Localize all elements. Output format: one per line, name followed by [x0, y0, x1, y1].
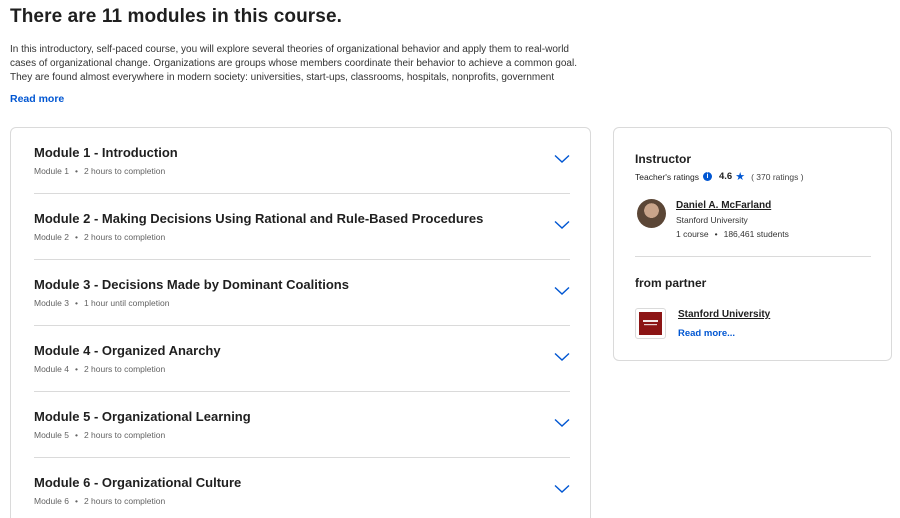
module-meta: Module 5 • 2 hours to completion — [34, 430, 166, 440]
modules-list: Module 1 - Introduction Module 1 • 2 hours… — [10, 127, 591, 518]
read-more-link[interactable]: Read more — [10, 93, 64, 105]
module-item-1[interactable]: Module 1 - Introduction Module 1 • 2 hours… — [34, 128, 570, 194]
module-title: Module 5 - Organizational Learning — [34, 409, 251, 424]
rating-value: 4.6 — [719, 171, 733, 182]
avatar[interactable] — [637, 199, 666, 228]
module-title: Module 1 - Introduction — [34, 145, 178, 160]
module-item-6[interactable]: Module 6 - Organizational Culture Module… — [34, 458, 570, 518]
module-title: Module 3 - Decisions Made by Dominant Co… — [34, 277, 349, 292]
module-meta: Module 4 • 2 hours to completion — [34, 364, 166, 374]
page-title: There are 11 modules in this course. — [10, 6, 342, 27]
chevron-down-icon[interactable] — [554, 286, 570, 296]
instructor-stats: 1 course • 186,461 students — [676, 229, 789, 239]
instructor-card: Instructor Teacher's ratings i 4.6 ★ ( 3… — [613, 127, 892, 361]
instructor-name-link[interactable]: Daniel A. McFarland — [676, 200, 771, 211]
divider — [635, 256, 871, 257]
chevron-down-icon[interactable] — [554, 484, 570, 494]
module-meta: Module 6 • 2 hours to completion — [34, 496, 166, 506]
partner-name-link[interactable]: Stanford University — [678, 309, 770, 320]
star-icon: ★ — [735, 171, 746, 183]
module-title: Module 4 - Organized Anarchy — [34, 343, 221, 358]
stanford-logo-icon — [639, 312, 662, 335]
instructor-org: Stanford University — [676, 215, 748, 225]
partner-read-more-link[interactable]: Read more... — [678, 328, 735, 339]
partner-logo[interactable] — [635, 308, 666, 339]
module-title: Module 6 - Organizational Culture — [34, 475, 242, 490]
module-meta: Module 1 • 2 hours to completion — [34, 166, 166, 176]
instructor-heading: Instructor — [635, 152, 692, 166]
partner-heading: from partner — [635, 276, 707, 290]
module-item-3[interactable]: Module 3 - Decisions Made by Dominant Co… — [34, 260, 570, 326]
info-icon[interactable]: i — [703, 172, 712, 181]
teacher-ratings: Teacher's ratings i 4.6 ★ ( 370 ratings … — [635, 170, 804, 183]
module-meta: Module 2 • 2 hours to completion — [34, 232, 166, 242]
rating-count: ( 370 ratings ) — [751, 171, 804, 182]
module-meta: Module 3 • 1 hour until completion — [34, 298, 170, 308]
chevron-down-icon[interactable] — [554, 418, 570, 428]
module-item-4[interactable]: Module 4 - Organized Anarchy Module 4 • 2 … — [34, 326, 570, 392]
module-item-2[interactable]: Module 2 - Making Decisions Using Ration… — [34, 194, 570, 260]
course-description: In this introductory, self-paced course,… — [10, 44, 577, 83]
module-item-5[interactable]: Module 5 - Organizational Learning Modul… — [34, 392, 570, 458]
module-title: Module 2 - Making Decisions Using Ration… — [34, 211, 484, 226]
chevron-down-icon[interactable] — [554, 352, 570, 362]
chevron-down-icon[interactable] — [554, 220, 570, 230]
chevron-down-icon[interactable] — [554, 154, 570, 164]
teacher-ratings-label: Teacher's ratings — [635, 171, 699, 182]
